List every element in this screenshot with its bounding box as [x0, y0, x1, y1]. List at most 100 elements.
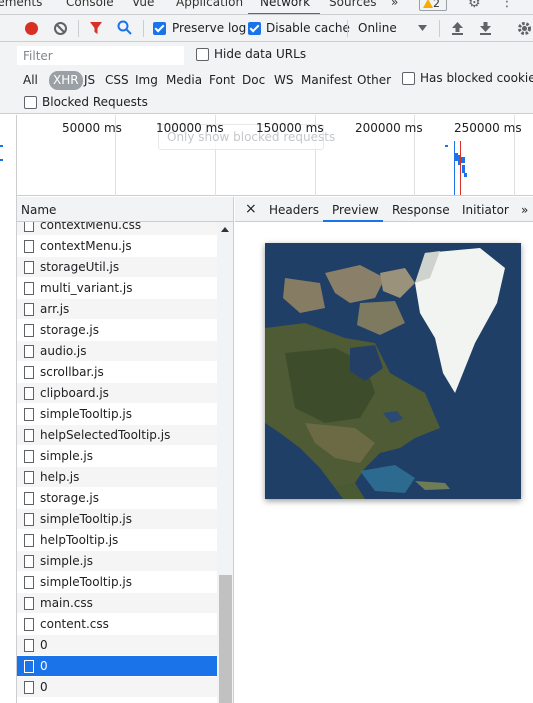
- request-name: contextMenu.js: [40, 239, 132, 253]
- type-filter-other[interactable]: Other: [357, 71, 391, 90]
- request-name: helpSelectedTooltip.js: [40, 428, 171, 442]
- tab-headers[interactable]: Headers: [269, 203, 319, 217]
- file-icon: [24, 555, 34, 568]
- file-icon: [24, 660, 34, 673]
- type-filter-font[interactable]: Font: [209, 71, 235, 90]
- tab-elements[interactable]: lements: [0, 0, 42, 9]
- request-name: simpleTooltip.js: [40, 407, 132, 421]
- preserve-log-checkbox[interactable]: [153, 22, 166, 35]
- type-filter-ws[interactable]: WS: [274, 71, 293, 90]
- file-icon: [24, 261, 34, 274]
- request-row[interactable]: storage.js: [17, 488, 217, 509]
- type-filter-img[interactable]: Img: [135, 71, 158, 90]
- has-blocked-cookies-checkbox[interactable]: [402, 72, 415, 85]
- request-name: help.js: [40, 470, 80, 484]
- network-overview-timeline[interactable]: 50000 ms Only show blocked requests 1000…: [17, 115, 533, 196]
- disable-cache-checkbox[interactable]: [248, 22, 261, 35]
- request-name: simpleTooltip.js: [40, 575, 132, 589]
- type-filter-xhr[interactable]: XHR: [49, 71, 83, 90]
- tab-sources[interactable]: Sources: [329, 0, 376, 9]
- tab-console[interactable]: Console: [66, 0, 114, 9]
- network-toolbar: Preserve log Disable cache Online: [0, 15, 533, 42]
- request-list-scrollbar[interactable]: [217, 222, 233, 703]
- request-row[interactable]: audio.js: [17, 341, 217, 362]
- request-name: simple.js: [40, 554, 94, 568]
- request-row[interactable]: 0: [17, 635, 217, 656]
- blocked-requests-checkbox[interactable]: [24, 96, 37, 109]
- more-tabs-button[interactable]: »: [391, 0, 398, 9]
- timeline-tick: 100000 ms: [156, 121, 224, 135]
- request-name: main.css: [40, 596, 93, 610]
- scrollbar-thumb[interactable]: [219, 575, 232, 703]
- request-row[interactable]: storage.js: [17, 320, 217, 341]
- request-row[interactable]: helpTooltip.js: [17, 530, 217, 551]
- request-row[interactable]: arr.js: [17, 299, 217, 320]
- has-blocked-cookies-label: Has blocked cookies: [420, 71, 533, 85]
- request-row[interactable]: content.css: [17, 614, 217, 635]
- timeline-tick: 200000 ms: [355, 121, 423, 135]
- file-icon: [24, 639, 34, 652]
- file-icon: [24, 597, 34, 610]
- toolbar-separator: [439, 20, 440, 37]
- request-name: arr.js: [40, 302, 70, 316]
- name-column-label[interactable]: Name: [21, 203, 56, 217]
- request-row[interactable]: simple.js: [17, 446, 217, 467]
- tab-application[interactable]: Application: [176, 0, 243, 9]
- tab-vue[interactable]: Vue: [132, 0, 154, 9]
- request-row[interactable]: simple.js: [17, 551, 217, 572]
- type-filter-manifest[interactable]: Manifest: [301, 71, 352, 90]
- clear-icon[interactable]: [53, 21, 68, 36]
- timeline-tick: 150000 ms: [256, 121, 324, 135]
- request-name: storage.js: [40, 323, 99, 337]
- tab-preview[interactable]: Preview: [332, 203, 379, 217]
- request-row[interactable]: simpleTooltip.js: [17, 509, 217, 530]
- network-settings-gear-icon[interactable]: [516, 20, 533, 37]
- name-column-header-bg: Name: [17, 197, 233, 222]
- request-row[interactable]: storageUtil.js: [17, 257, 217, 278]
- tab-initiator[interactable]: Initiator: [462, 203, 509, 217]
- tab-network[interactable]: Network: [260, 0, 310, 9]
- hide-data-urls-checkbox[interactable]: [196, 48, 209, 61]
- type-filter-js[interactable]: JS: [84, 71, 95, 90]
- export-har-icon[interactable]: [479, 21, 492, 35]
- request-name: simple.js: [40, 449, 94, 463]
- type-filter-doc[interactable]: Doc: [242, 71, 265, 90]
- settings-gear-icon[interactable]: ⚙: [468, 0, 481, 11]
- close-details-icon[interactable]: ×: [245, 201, 257, 217]
- import-har-icon[interactable]: [451, 21, 464, 35]
- scroll-up-arrow-icon[interactable]: [221, 227, 229, 232]
- request-row[interactable]: main.css: [17, 593, 217, 614]
- file-icon: [24, 576, 34, 589]
- throttling-select[interactable]: Online: [358, 21, 397, 35]
- request-name: multi_variant.js: [40, 281, 133, 295]
- file-icon: [24, 450, 34, 463]
- request-row[interactable]: multi_variant.js: [17, 278, 217, 299]
- tab-response[interactable]: Response: [392, 203, 450, 217]
- request-row[interactable]: helpSelectedTooltip.js: [17, 425, 217, 446]
- warnings-badge[interactable]: 2: [419, 0, 447, 11]
- request-row-selected[interactable]: 0: [17, 656, 217, 677]
- file-icon: [24, 366, 34, 379]
- more-detail-tabs-button[interactable]: »: [521, 203, 528, 217]
- type-filter-all[interactable]: All: [23, 71, 38, 90]
- filter-input[interactable]: [17, 46, 184, 65]
- chevron-down-icon[interactable]: [418, 25, 427, 31]
- request-row[interactable]: clipboard.js: [17, 383, 217, 404]
- filter-icon[interactable]: [89, 21, 103, 35]
- blocked-requests-label: Blocked Requests: [42, 95, 148, 109]
- type-filter-css[interactable]: CSS: [105, 71, 129, 90]
- request-row[interactable]: 0: [17, 677, 217, 698]
- search-icon[interactable]: [117, 20, 132, 35]
- request-row[interactable]: help.js: [17, 467, 217, 488]
- timeline-marker: [0, 159, 3, 161]
- type-filter-media[interactable]: Media: [166, 71, 202, 90]
- request-row[interactable]: simpleTooltip.js: [17, 572, 217, 593]
- record-icon[interactable]: [24, 21, 39, 36]
- request-row[interactable]: simpleTooltip.js: [17, 404, 217, 425]
- request-row[interactable]: scrollbar.js: [17, 362, 217, 383]
- more-options-icon[interactable]: ⋮: [500, 0, 514, 10]
- request-row[interactable]: contextMenu.js: [17, 236, 217, 257]
- request-name: helpTooltip.js: [40, 533, 119, 547]
- timeline-request-bars: [445, 141, 467, 195]
- file-icon: [24, 282, 34, 295]
